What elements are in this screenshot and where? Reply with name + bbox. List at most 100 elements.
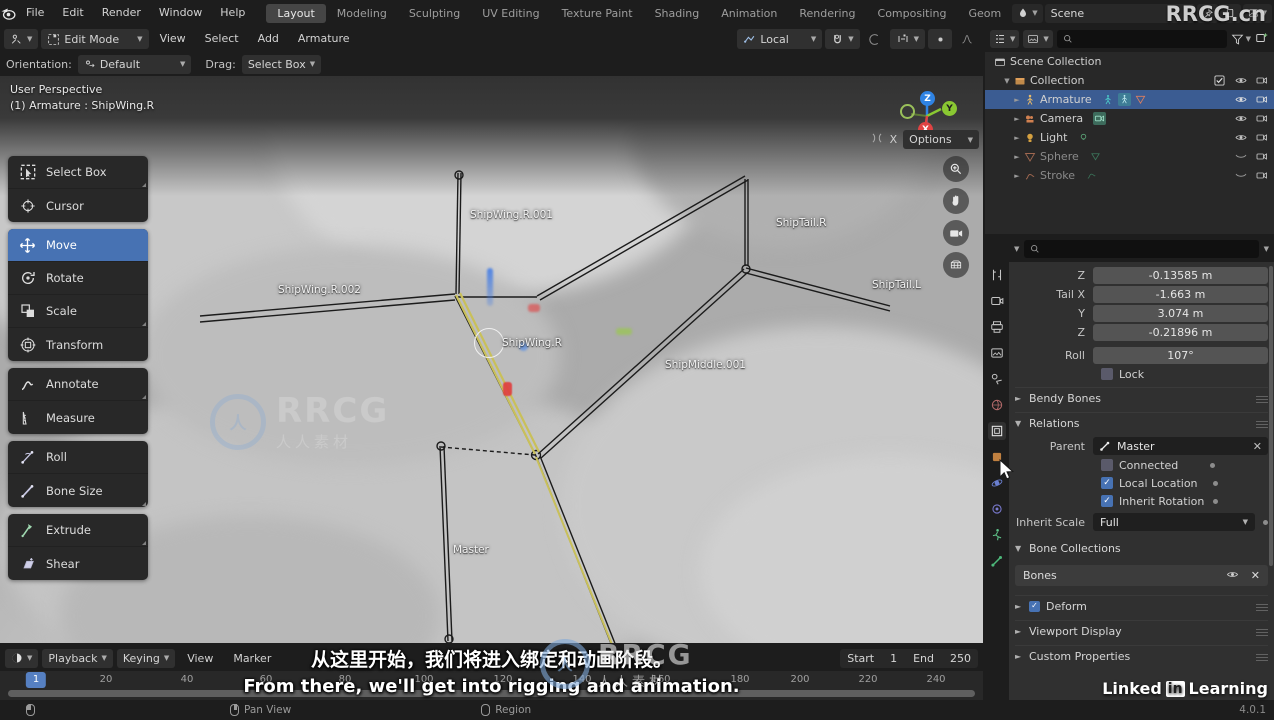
armature-running-icon[interactable] [988, 526, 1006, 544]
tool-expand-corner[interactable] [142, 541, 146, 545]
eye-closed-icon[interactable] [1234, 169, 1247, 182]
chevron-down-icon-right[interactable]: ▼ [1264, 245, 1269, 253]
disclosure-triangle-icon[interactable]: ▼ [1001, 77, 1013, 85]
tool-annotate[interactable]: Annotate [8, 368, 148, 401]
property-value[interactable]: -0.21896 m [1093, 323, 1268, 341]
timeline-view-menu[interactable]: View [179, 649, 221, 668]
3d-viewport[interactable]: User Perspective (1) Armature : ShipWing… [0, 76, 983, 643]
remove-bone-collection-icon[interactable]: ✕ [1251, 569, 1260, 582]
lock-checkbox[interactable] [1101, 368, 1113, 380]
disclosure-triangle-icon[interactable]: ► [1011, 96, 1023, 104]
timeline-marker-menu[interactable]: Marker [225, 649, 279, 668]
inherit-rotation-checkbox-row[interactable]: ✓ Inherit Rotation [1101, 492, 1268, 510]
tab-rendering[interactable]: Rendering [788, 4, 866, 23]
tab-geometry-nodes[interactable]: Geom [957, 4, 1012, 23]
property-value[interactable]: 107° [1093, 346, 1268, 364]
editor-type-selector[interactable]: ▼ [4, 29, 39, 49]
z-axis-handle[interactable] [487, 268, 493, 306]
disclosure-triangle-icon[interactable]: ► [1011, 153, 1023, 161]
camera-render-icon[interactable] [1255, 74, 1268, 87]
curve-falloff-icon[interactable] [955, 29, 979, 49]
section-deform[interactable]: ► ✓ Deform [1015, 595, 1268, 616]
tab-shading[interactable]: Shading [644, 4, 711, 23]
bone-collections-list-item[interactable]: Bones ✕ [1015, 565, 1268, 586]
gizmo-axis-neg-y[interactable] [900, 104, 915, 119]
tool-extrude[interactable]: Extrude [8, 514, 148, 547]
section-grip[interactable] [1256, 418, 1268, 428]
mode-selector[interactable]: Edit Mode ▼ [41, 29, 149, 49]
tab-sculpting[interactable]: Sculpting [398, 4, 471, 23]
inherit-scale-select[interactable]: Full ▼ [1093, 513, 1255, 531]
camera-render-icon[interactable] [1255, 131, 1268, 144]
menu-edit[interactable]: Edit [53, 3, 92, 23]
z-axis-handle-2[interactable] [519, 342, 528, 351]
viewport-menu-armature[interactable]: Armature [290, 29, 358, 49]
outliner-row-stroke[interactable]: ► Stroke [985, 166, 1274, 185]
checkbox-icon[interactable] [1213, 74, 1226, 87]
transform-orientation-selector[interactable]: Local ▼ [737, 29, 823, 49]
tool-scale[interactable]: Scale [8, 295, 148, 328]
property-row-head-z[interactable]: Z -0.13585 m [1015, 266, 1268, 284]
property-row-tail-x[interactable]: Tail X -1.663 m [1015, 285, 1268, 303]
outliner-row-sphere[interactable]: ► Sphere [985, 147, 1274, 166]
property-row-roll[interactable]: Roll 107° [1015, 346, 1268, 364]
menu-file[interactable]: File [17, 3, 53, 23]
disclosure-triangle-icon[interactable]: ► [1011, 134, 1023, 142]
grease-pencil-data-icon[interactable] [1085, 169, 1098, 182]
tab-uv-editing[interactable]: UV Editing [471, 4, 550, 23]
proportional-edit-icon[interactable] [863, 29, 887, 49]
tab-compositing[interactable]: Compositing [867, 4, 958, 23]
animate-dot-icon[interactable] [1210, 462, 1216, 468]
new-collection-icon[interactable] [1255, 31, 1269, 48]
constraint-icon[interactable] [988, 500, 1006, 518]
chevron-down-icon-left[interactable]: ▼ [1014, 245, 1019, 253]
light-data-icon[interactable] [1077, 131, 1090, 144]
zoom-icon[interactable] [943, 156, 969, 182]
bone-icon[interactable] [988, 552, 1006, 570]
mesh-child-icon[interactable] [1134, 93, 1147, 106]
property-value[interactable]: -1.663 m [1093, 285, 1268, 303]
y-axis-handle[interactable] [616, 328, 632, 335]
mirror-options[interactable]: ▼ [889, 29, 925, 49]
tool-expand-corner[interactable] [142, 183, 146, 187]
property-row-inherit-scale[interactable]: Inherit Scale Full ▼ [1015, 513, 1268, 531]
ortho-persp-icon[interactable] [943, 252, 969, 278]
tool-move[interactable]: Move [8, 229, 148, 262]
eye-icon[interactable] [1226, 569, 1239, 583]
disclosure-triangle-icon[interactable]: ► [1011, 115, 1023, 123]
eye-icon[interactable] [1234, 74, 1247, 87]
tab-texture-paint[interactable]: Texture Paint [551, 4, 644, 23]
menu-render[interactable]: Render [93, 3, 150, 23]
outliner-row-light[interactable]: ► Light [985, 128, 1274, 147]
printer-icon[interactable] [988, 318, 1006, 336]
outliner-row-scene-collection[interactable]: Scene Collection [985, 52, 1274, 71]
tab-animation[interactable]: Animation [710, 4, 788, 23]
eye-icon[interactable] [1234, 131, 1247, 144]
inherit-rotation-checkbox[interactable]: ✓ [1101, 495, 1113, 507]
section-grip[interactable] [1256, 626, 1268, 636]
menu-help[interactable]: Help [211, 3, 254, 23]
gizmo-axis-z[interactable]: Z [920, 91, 935, 106]
camera-view-icon[interactable] [943, 220, 969, 246]
section-grip[interactable] [1256, 651, 1268, 661]
menu-window[interactable]: Window [150, 3, 211, 23]
properties-scrollbar[interactable] [1269, 266, 1273, 566]
x-axis-handle-2[interactable] [503, 382, 512, 396]
tool-transform[interactable]: Transform [8, 328, 148, 361]
parent-field[interactable]: Master ✕ [1093, 437, 1268, 455]
viewport-menu-select[interactable]: Select [197, 29, 247, 49]
snap-selector[interactable]: ▼ [825, 29, 860, 49]
timeline-playhead[interactable]: 1 [25, 672, 47, 688]
animate-dot-icon[interactable] [1263, 519, 1268, 525]
outliner-editor-type-icon[interactable]: ▼ [990, 30, 1020, 48]
eye-closed-icon[interactable] [1234, 150, 1247, 163]
camera-render-icon[interactable] [1255, 112, 1268, 125]
tool-expand-corner[interactable] [142, 502, 146, 506]
lock-checkbox-row[interactable]: Lock [1101, 365, 1268, 383]
drag-dropdown[interactable]: Select Box ▼ [241, 54, 322, 74]
section-custom-properties[interactable]: ► Custom Properties [1015, 645, 1268, 666]
camera-data-icon[interactable] [1093, 112, 1107, 125]
mirror-x-label[interactable]: X [890, 133, 898, 146]
tool-bone-size[interactable]: Bone Size [8, 474, 148, 507]
tool-shear[interactable]: Shear [8, 547, 148, 580]
